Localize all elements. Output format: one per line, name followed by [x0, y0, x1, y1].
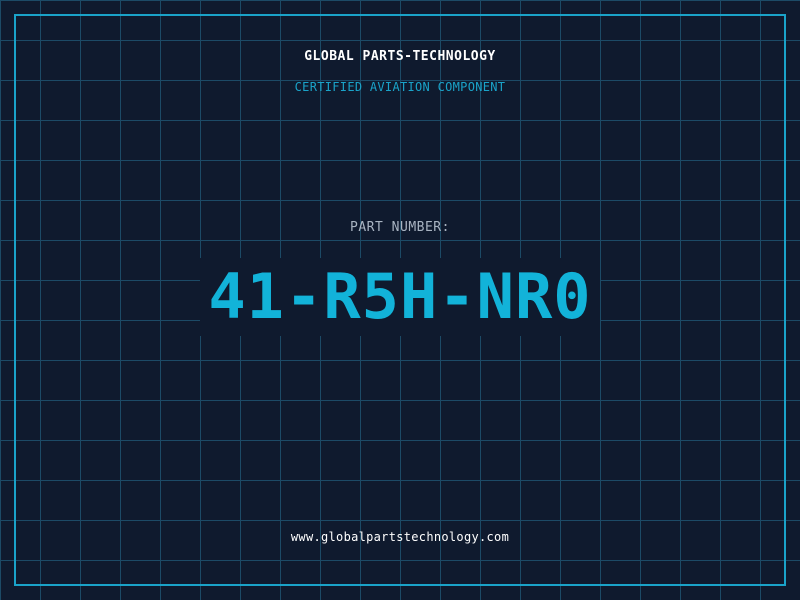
website-url: www.globalpartstechnology.com — [290, 530, 510, 544]
company-name: GLOBAL PARTS-TECHNOLOGY — [304, 49, 496, 64]
certificate-page: { "header": { "company": "GLOBAL PARTS-T… — [0, 0, 800, 600]
part-number-value: 41-R5H-NR0 — [200, 258, 600, 336]
part-number-label: PART NUMBER: — [350, 220, 450, 235]
part-number-container: 41-R5H-NR0 — [0, 258, 800, 336]
certification-subtitle: CERTIFIED AVIATION COMPONENT — [294, 80, 506, 94]
